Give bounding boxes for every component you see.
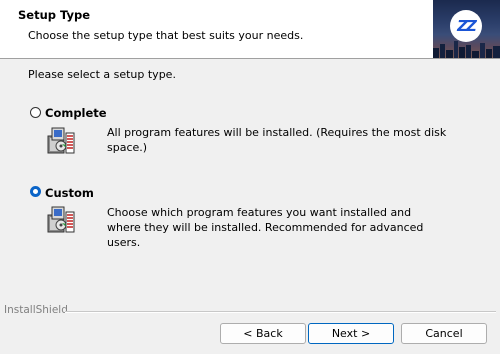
back-button[interactable]: < Back	[220, 323, 306, 344]
complete-radio[interactable]	[30, 107, 41, 118]
custom-radio[interactable]	[30, 186, 41, 197]
installshield-brand-label: InstallShield	[4, 304, 68, 316]
header-banner-image: ZZ	[433, 0, 500, 58]
complete-option-description: All program features will be installed. …	[107, 126, 447, 154]
page-subtitle: Choose the setup type that best suits yo…	[28, 29, 304, 42]
install-package-icon	[47, 127, 75, 154]
custom-option-label[interactable]: Custom	[45, 186, 94, 200]
logo-text: ZZ	[457, 17, 477, 35]
page-title: Setup Type	[18, 8, 91, 22]
next-button[interactable]: Next >	[308, 323, 394, 344]
brand-logo: ZZ	[450, 10, 482, 42]
cancel-button[interactable]: Cancel	[401, 323, 487, 344]
setup-type-prompt: Please select a setup type.	[28, 68, 176, 81]
complete-option-label[interactable]: Complete	[45, 106, 107, 120]
install-package-icon	[47, 206, 75, 233]
header-panel: Setup Type Choose the setup type that be…	[0, 0, 500, 59]
custom-option-description: Choose which program features you want i…	[107, 206, 424, 249]
footer-divider	[65, 311, 496, 313]
